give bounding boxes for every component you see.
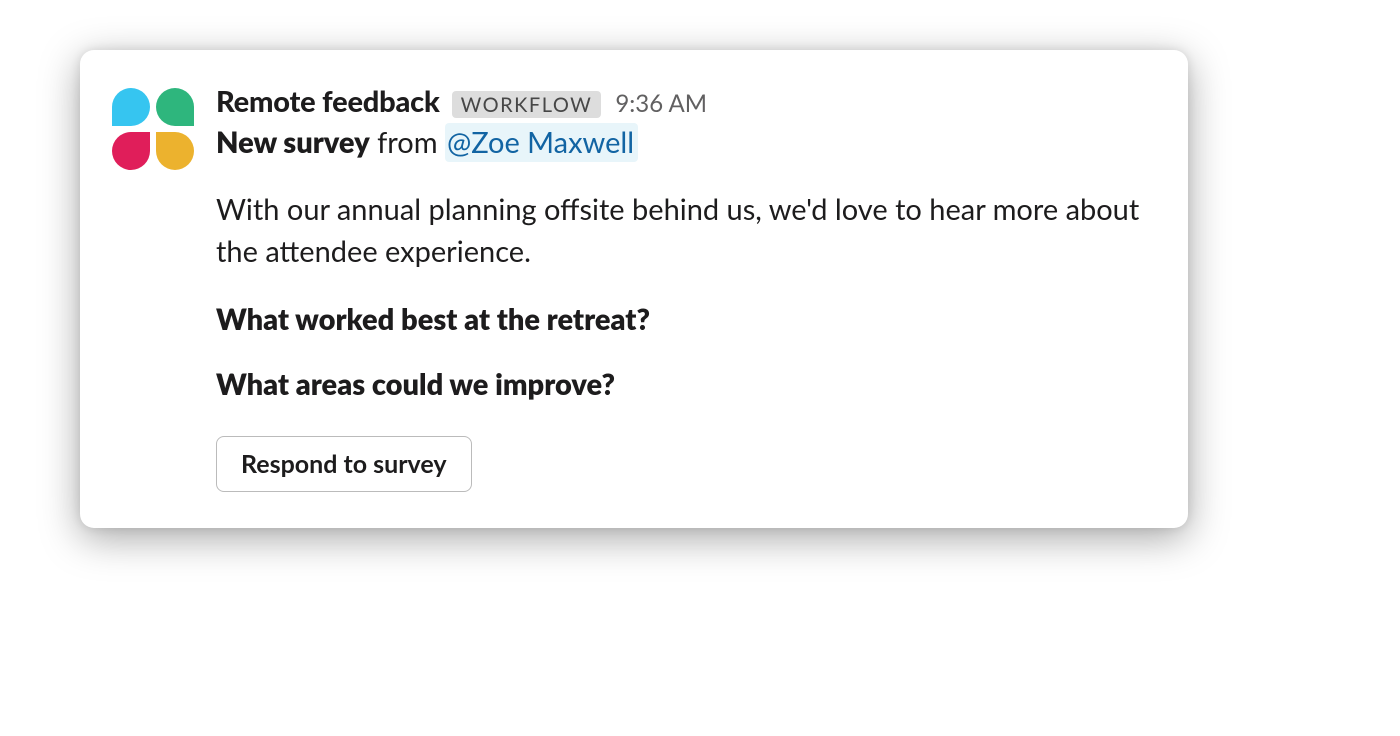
avatar-petal-icon	[156, 88, 194, 126]
respond-button[interactable]: Respond to survey	[216, 436, 472, 492]
subject-title: New survey	[216, 125, 370, 160]
survey-question-2: What areas could we improve?	[216, 366, 1148, 404]
avatar-petal-icon	[112, 132, 150, 170]
subject-from-label: from	[377, 125, 437, 160]
message-content: Remote feedback WORKFLOW 9:36 AM New sur…	[216, 84, 1148, 492]
timestamp[interactable]: 9:36 AM	[615, 89, 707, 118]
avatar-petal-icon	[112, 88, 150, 126]
message-body: With our annual planning offsite behind …	[216, 189, 1148, 273]
sender-name[interactable]: Remote feedback	[216, 84, 440, 119]
workflow-badge: WORKFLOW	[452, 91, 602, 118]
user-mention[interactable]: @Zoe Maxwell	[445, 123, 638, 162]
subject-line: New survey from @Zoe Maxwell	[216, 121, 1148, 165]
message-card: Remote feedback WORKFLOW 9:36 AM New sur…	[80, 50, 1188, 528]
survey-question-1: What worked best at the retreat?	[216, 301, 1148, 339]
avatar-petal-icon	[156, 132, 194, 170]
message-header: Remote feedback WORKFLOW 9:36 AM	[216, 84, 1148, 119]
workflow-avatar-icon	[112, 88, 194, 170]
